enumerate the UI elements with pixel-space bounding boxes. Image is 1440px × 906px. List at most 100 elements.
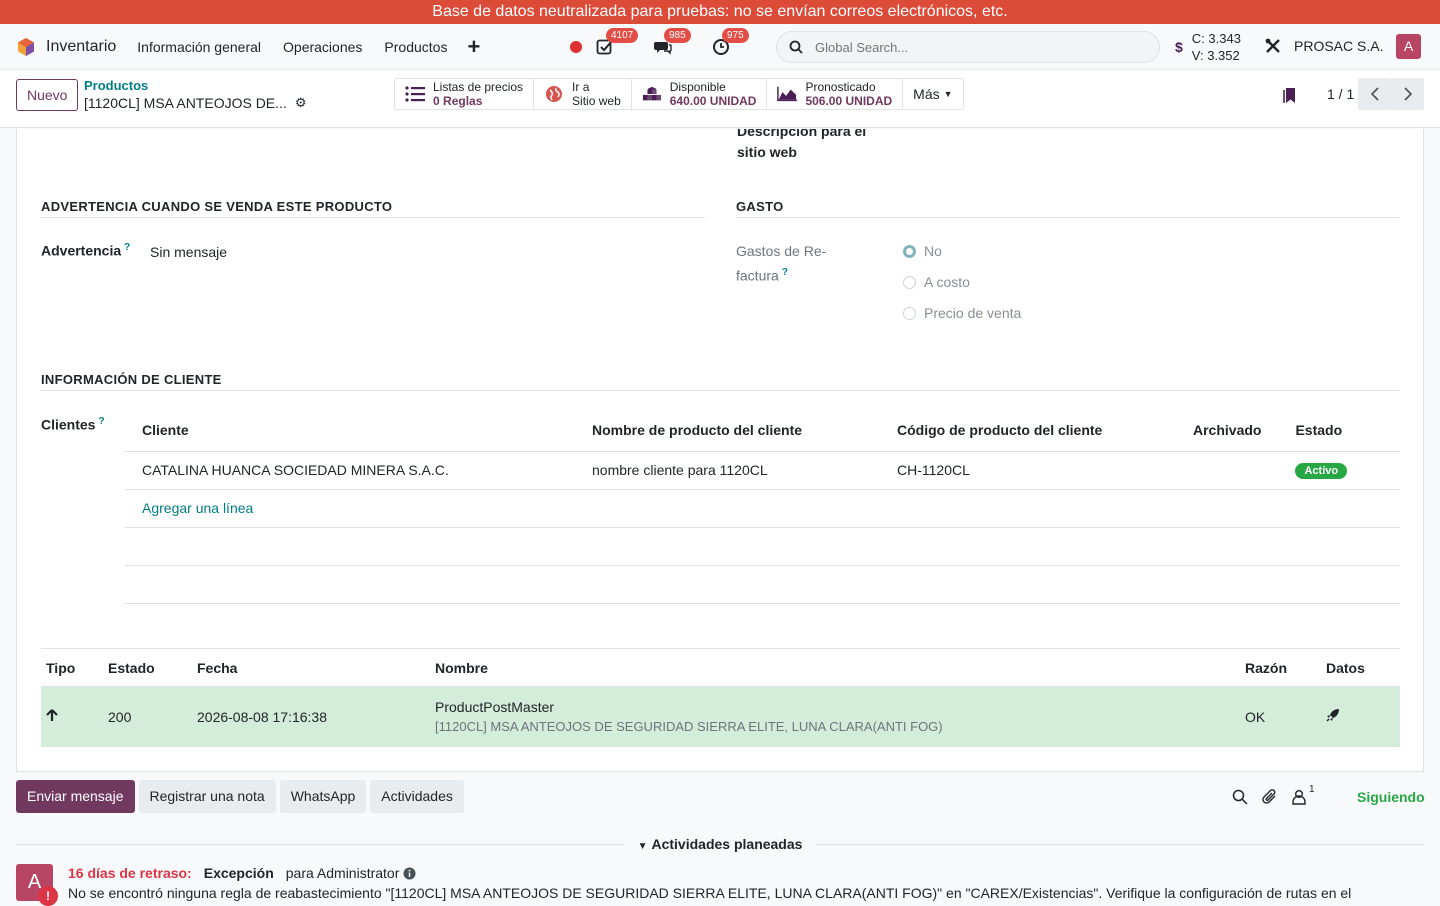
planned-activities-toggle[interactable]: ▼ Actividades planeadas xyxy=(624,836,817,852)
chevron-right-icon xyxy=(1403,87,1412,101)
menu-products[interactable]: Productos xyxy=(384,39,447,55)
gear-icon[interactable]: ⚙ xyxy=(295,95,307,111)
table-row[interactable]: 200 2026-08-08 17:16:38 ProductPostMaste… xyxy=(41,686,1400,747)
search-icon[interactable] xyxy=(1232,789,1248,805)
pricelists-button[interactable]: Listas de precios 0 Reglas xyxy=(395,79,535,109)
activities-button[interactable]: Actividades xyxy=(370,780,464,813)
cell-name: ProductPostMaster [1120CL] MSA ANTEOJOS … xyxy=(430,686,1240,747)
following-button[interactable]: Siguiendo xyxy=(1357,789,1425,805)
inventory-app-icon[interactable] xyxy=(16,37,36,57)
pager-value[interactable]: 1 / 1 xyxy=(1327,86,1354,102)
cell-date: 2026-08-08 17:16:38 xyxy=(192,686,430,747)
activities-badge: 4107 xyxy=(606,28,639,43)
breadcrumb-parent[interactable]: Productos xyxy=(84,78,148,93)
arrow-up-icon xyxy=(46,708,58,721)
tools-icon[interactable] xyxy=(1264,37,1282,55)
record-title: [1120CL] MSA ANTEOJOS DE... xyxy=(84,95,287,111)
pager-next[interactable] xyxy=(1391,78,1424,110)
col-archived[interactable]: Archivado xyxy=(1176,409,1279,452)
expense-label-line1: Gastos de Re- xyxy=(736,243,827,259)
search-icon xyxy=(789,40,803,54)
add-line-link[interactable]: Agregar una línea xyxy=(142,500,253,516)
search-input[interactable] xyxy=(815,39,1135,55)
col-reason: Razón xyxy=(1240,648,1321,687)
user-avatar[interactable]: A xyxy=(1396,34,1421,59)
whatsapp-button[interactable]: WhatsApp xyxy=(279,780,367,813)
col-client-product-name[interactable]: Nombre de producto del cliente xyxy=(575,409,880,452)
activity-body: No se encontró ninguna regla de reabaste… xyxy=(68,885,1352,901)
recording-dot-icon[interactable] xyxy=(570,41,582,53)
website-button[interactable]: Ir a Sitio web xyxy=(534,79,632,109)
forecast-button[interactable]: Pronosticado 506.00 UNIDAD xyxy=(767,79,904,109)
expense-label-line2: factura xyxy=(736,267,779,284)
add-line-row: Agregar una línea xyxy=(125,489,1400,528)
activities-icon[interactable]: 4107 xyxy=(596,28,639,56)
help-icon[interactable]: ? xyxy=(782,267,788,278)
pager-previous[interactable] xyxy=(1358,78,1391,110)
activity-header: 16 días de retraso: Excepción para Admin… xyxy=(68,865,416,881)
forecast-value: 506.00 UNIDAD xyxy=(805,94,893,108)
dollar-icon: $ xyxy=(1175,39,1183,55)
company-switcher[interactable]: PROSAC S.A. xyxy=(1294,38,1383,54)
available-label: Disponible xyxy=(669,80,726,94)
clock-icon[interactable]: 975 xyxy=(712,28,749,56)
plus-icon[interactable]: + xyxy=(467,35,480,58)
customers-table: Cliente Nombre de producto del cliente C… xyxy=(125,409,1400,604)
col-data: Datos xyxy=(1321,648,1400,687)
website-description-line2: sitio web xyxy=(737,144,797,160)
clock-badge: 975 xyxy=(722,28,749,43)
cell-status: 200 xyxy=(103,686,192,747)
help-icon[interactable]: ? xyxy=(124,242,130,253)
currency-rates[interactable]: $ C: 3.343 V: 3.352 xyxy=(1175,30,1241,64)
warning-value[interactable]: Sin mensaje xyxy=(150,244,227,260)
customer-section-title: INFORMACIÓN DE CLIENTE xyxy=(41,372,1400,391)
cell-archived[interactable] xyxy=(1176,451,1279,490)
currency-sale: V: 3.352 xyxy=(1191,48,1240,63)
bookmark-icon[interactable] xyxy=(1283,87,1297,104)
log-note-button[interactable]: Registrar una nota xyxy=(138,780,276,813)
cubes-icon xyxy=(642,86,661,101)
col-type: Tipo xyxy=(41,648,103,687)
more-button[interactable]: Más ▼ xyxy=(903,79,962,109)
cell-client-product-name[interactable]: nombre cliente para 1120CL xyxy=(575,451,880,490)
expense-option-cost[interactable]: A costo xyxy=(903,274,970,290)
cell-data xyxy=(1321,686,1400,747)
cell-client-product-code[interactable]: CH-1120CL xyxy=(880,451,1176,490)
col-state[interactable]: Estado xyxy=(1278,409,1400,452)
table-row[interactable]: CATALINA HUANCA SOCIEDAD MINERA S.A.C. n… xyxy=(125,451,1400,490)
activity-late: 16 días de retraso: xyxy=(68,865,192,881)
info-icon[interactable] xyxy=(403,867,416,880)
col-client[interactable]: Cliente xyxy=(125,409,575,452)
help-icon[interactable]: ? xyxy=(98,416,104,427)
expense-option-sales-price[interactable]: Precio de venta xyxy=(903,305,1021,321)
col-name: Nombre xyxy=(430,648,1240,687)
followers-button[interactable]: 1 xyxy=(1292,784,1315,805)
col-status: Estado xyxy=(103,648,192,687)
customers-label-text: Clientes xyxy=(41,416,96,433)
cell-reason: OK xyxy=(1240,686,1321,747)
available-button[interactable]: Disponible 640.00 UNIDAD xyxy=(632,79,768,109)
cell-client[interactable]: CATALINA HUANCA SOCIEDAD MINERA S.A.C. xyxy=(125,451,575,490)
control-panel: Nuevo Productos [1120CL] MSA ANTEOJOS DE… xyxy=(0,70,1440,128)
expense-section-title: GASTO xyxy=(736,199,1400,218)
activity-type: Excepción xyxy=(203,865,274,881)
send-message-button[interactable]: Enviar mensaje xyxy=(16,780,135,813)
pricelists-count: 0 xyxy=(433,94,440,108)
menu-overview[interactable]: Información general xyxy=(137,39,261,55)
col-client-product-code[interactable]: Código de producto del cliente xyxy=(880,409,1176,452)
new-button[interactable]: Nuevo xyxy=(16,79,79,111)
planned-activities-label: Actividades planeadas xyxy=(651,836,803,852)
test-database-banner: Base de datos neutralizada para pruebas:… xyxy=(0,0,1440,24)
menu-operations[interactable]: Operaciones xyxy=(283,39,362,55)
website-line1: Ir a xyxy=(572,80,590,94)
currency-purchase: C: 3.343 xyxy=(1191,31,1241,46)
rocket-icon[interactable] xyxy=(1326,708,1340,722)
app-name[interactable]: Inventario xyxy=(46,38,116,56)
chevron-left-icon xyxy=(1370,87,1379,101)
expense-option-no[interactable]: No xyxy=(903,243,942,259)
paperclip-icon[interactable] xyxy=(1262,788,1278,805)
expense-option-cost-label: A costo xyxy=(924,274,970,290)
messages-icon[interactable]: 985 xyxy=(654,28,691,56)
global-search[interactable] xyxy=(776,31,1160,63)
empty-row xyxy=(125,527,1400,566)
